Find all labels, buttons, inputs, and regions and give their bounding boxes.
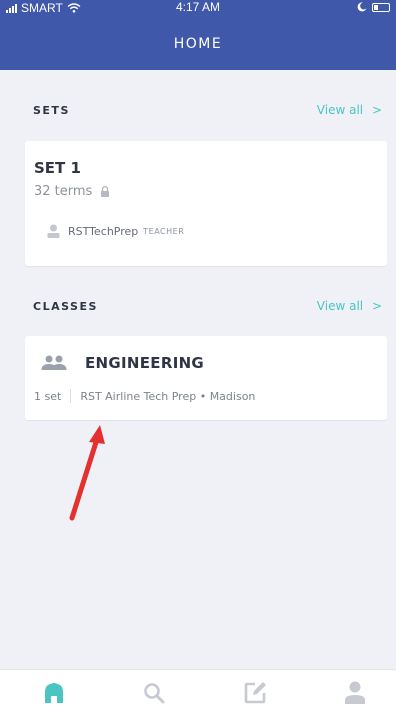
sets-view-all-link[interactable]: View all > bbox=[317, 103, 382, 117]
moon-icon bbox=[357, 2, 367, 12]
chevron-right-icon: > bbox=[371, 299, 382, 313]
status-bar: SMART 4:17 AM bbox=[0, 0, 396, 16]
set-terms-row: 32 terms bbox=[34, 184, 110, 199]
sets-section-header: SETS View all > bbox=[0, 103, 396, 124]
class-head: ENGINEERING bbox=[41, 354, 204, 372]
lock-icon bbox=[101, 186, 110, 197]
chevron-right-icon: > bbox=[371, 103, 382, 117]
classes-view-all-link[interactable]: View all > bbox=[317, 299, 382, 313]
red-arrow-annotation bbox=[69, 425, 105, 521]
author-name: RSTTechPrep bbox=[68, 224, 139, 238]
status-time: 4:17 AM bbox=[175, 0, 221, 14]
sets-view-all-label: View all bbox=[316, 103, 364, 117]
page-title: HOME bbox=[173, 36, 223, 52]
tab-home[interactable] bbox=[40, 679, 68, 707]
home-screen: SMART 4:17 AM HOME SETS View all > SET 1 bbox=[0, 0, 396, 713]
class-sets-count: 1 set bbox=[34, 389, 62, 403]
nav-bar: HOME bbox=[0, 16, 396, 70]
home-icon bbox=[45, 682, 63, 703]
battery-icon bbox=[372, 2, 390, 12]
classes-section-title: CLASSES bbox=[33, 300, 98, 313]
set-terms-count: 32 terms bbox=[34, 184, 93, 199]
meta-divider bbox=[70, 389, 72, 403]
create-icon bbox=[244, 682, 266, 704]
user-avatar-icon bbox=[47, 224, 60, 238]
class-meta-row: 1 set RST Airline Tech Prep • Madison bbox=[34, 389, 255, 403]
set-author-row[interactable]: RSTTechPrep TEACHER bbox=[47, 224, 184, 238]
tab-profile[interactable] bbox=[341, 679, 369, 707]
tab-search[interactable] bbox=[140, 679, 168, 707]
profile-icon bbox=[345, 681, 365, 704]
tab-create[interactable] bbox=[241, 679, 269, 707]
search-icon bbox=[144, 683, 165, 704]
classes-section-header: CLASSES View all > bbox=[0, 299, 396, 320]
set-title: SET 1 bbox=[34, 159, 81, 177]
class-title: ENGINEERING bbox=[85, 354, 205, 372]
sets-section-title: SETS bbox=[33, 104, 70, 117]
group-icon bbox=[41, 355, 67, 370]
class-card[interactable]: ENGINEERING 1 set RST Airline Tech Prep … bbox=[25, 336, 387, 420]
classes-view-all-label: View all bbox=[316, 299, 364, 313]
set-card[interactable]: SET 1 32 terms RSTTechPrep TEACHER bbox=[25, 141, 387, 266]
author-role-badge: TEACHER bbox=[143, 226, 185, 236]
class-school: RST Airline Tech Prep • Madison bbox=[80, 389, 256, 403]
tab-bar bbox=[0, 669, 396, 713]
status-right bbox=[357, 2, 390, 12]
